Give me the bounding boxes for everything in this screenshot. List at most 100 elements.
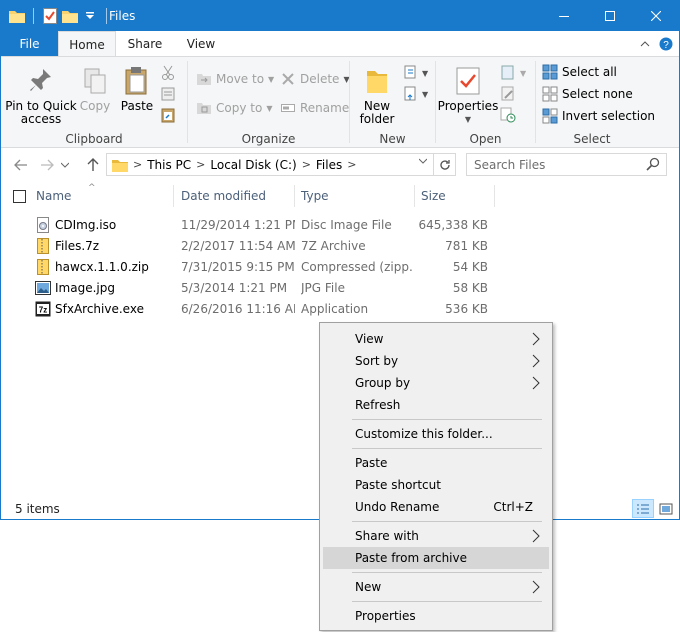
easy-access-icon — [402, 86, 418, 102]
paste-shortcut-icon[interactable] — [161, 105, 175, 125]
submenu-arrow-icon — [532, 354, 540, 368]
column-type[interactable]: Type — [295, 185, 415, 207]
menu-item-paste-shortcut[interactable]: Paste shortcut — [323, 474, 549, 496]
menu-item-new[interactable]: New — [323, 576, 549, 598]
menu-item-customize-folder[interactable]: Customize this folder... — [323, 423, 549, 445]
qat-dropdown-icon[interactable] — [80, 6, 100, 26]
column-size[interactable]: Size — [415, 185, 495, 207]
menu-item-label: View — [355, 332, 384, 346]
file-name: hawcx.1.1.0.zip — [55, 259, 149, 274]
move-to-button[interactable]: Move to ▼ — [196, 69, 274, 89]
file-size: 58 KB — [452, 280, 488, 295]
history-icon — [500, 107, 516, 123]
copy-button[interactable]: Copy — [77, 65, 113, 113]
open-item-button[interactable]: ▼ — [500, 63, 526, 83]
paste-label: Paste — [120, 99, 154, 113]
column-name[interactable]: Name — [30, 185, 174, 207]
file-row[interactable]: CDImg.iso 11/29/2014 1:21 PM Disc Image … — [1, 214, 679, 235]
new-folder-icon[interactable] — [60, 6, 80, 26]
archive-icon — [35, 237, 51, 254]
search-placeholder: Search Files — [474, 157, 546, 172]
properties-button[interactable]: Properties ▼ — [438, 65, 498, 126]
delete-button[interactable]: Delete ▼ — [280, 69, 350, 89]
open-dropdown-icon: ▼ — [520, 68, 527, 78]
pin-label: Pin to Quick access — [5, 99, 77, 126]
menu-item-view[interactable]: View — [323, 328, 549, 350]
tab-share[interactable]: Share — [119, 31, 171, 56]
edit-button[interactable] — [500, 84, 520, 104]
move-to-icon — [196, 71, 212, 87]
menu-item-paste-from-archive[interactable]: Paste from archive — [323, 547, 549, 569]
file-row[interactable]: 7z SfxArchive.exe 6/26/2016 11:16 AM App… — [1, 298, 679, 319]
tab-file[interactable]: File — [1, 31, 58, 56]
back-arrow-icon[interactable] — [11, 155, 31, 175]
tab-home[interactable]: Home — [58, 31, 116, 57]
easy-access-dropdown-icon: ▼ — [422, 89, 429, 99]
menu-item-label: Paste from archive — [355, 551, 467, 565]
menu-item-properties[interactable]: Properties — [323, 605, 549, 627]
new-item-button[interactable]: ▼ — [402, 63, 428, 83]
menu-item-share-with[interactable]: Share with — [323, 525, 549, 547]
select-all-icon — [542, 64, 558, 80]
help-icon[interactable]: ? — [657, 35, 675, 53]
up-arrow-icon[interactable] — [83, 155, 103, 175]
menu-item-group-by[interactable]: Group by — [323, 372, 549, 394]
select-none-button[interactable]: Select none — [542, 84, 633, 104]
column-date-modified[interactable]: Date modified — [175, 185, 295, 207]
cut-icon[interactable] — [161, 63, 175, 83]
recent-locations-icon[interactable] — [59, 155, 71, 175]
menu-item-sort-by[interactable]: Sort by — [323, 350, 549, 372]
column-header: ^ Name Date modified Type Size — [1, 183, 679, 207]
maximize-button[interactable] — [587, 1, 633, 31]
pin-to-quick-access-button[interactable]: Pin to Quick access — [5, 65, 77, 126]
pin-icon — [25, 65, 57, 97]
easy-access-button[interactable]: ▼ — [402, 84, 428, 104]
menu-item-label: Sort by — [355, 354, 399, 368]
invert-selection-button[interactable]: Invert selection — [542, 106, 655, 126]
properties-check-icon[interactable] — [40, 6, 60, 26]
breadcrumb-this-pc[interactable]: This PC — [147, 158, 191, 172]
move-to-dropdown-icon: ▼ — [268, 74, 275, 84]
tab-view[interactable]: View — [176, 31, 226, 56]
menu-item-undo-rename[interactable]: Undo Rename Ctrl+Z — [323, 496, 549, 518]
folder-icon[interactable] — [7, 6, 27, 26]
file-size: 536 KB — [445, 301, 488, 316]
new-folder-button[interactable]: New folder — [356, 65, 398, 126]
refresh-button[interactable] — [433, 154, 455, 175]
address-dropdown-icon[interactable] — [419, 158, 427, 164]
history-button[interactable] — [500, 105, 520, 125]
breadcrumb-local-disk[interactable]: Local Disk (C:) — [210, 158, 296, 172]
address-bar[interactable]: > This PC > Local Disk (C:) > Files > — [106, 153, 456, 176]
details-view-button[interactable] — [632, 499, 654, 518]
select-all-button[interactable]: Select all — [542, 62, 617, 82]
expand-ribbon-icon[interactable] — [636, 35, 654, 53]
file-type: Application — [301, 301, 369, 316]
file-name: Files.7z — [55, 238, 100, 253]
file-row[interactable]: Files.7z 2/2/2017 11:54 AM 7Z Archive 78… — [1, 235, 679, 256]
paste-button[interactable]: Paste — [118, 65, 156, 113]
select-group: Select all Select none Invert selection … — [536, 57, 679, 148]
disc-image-icon — [35, 216, 51, 233]
submenu-arrow-icon — [532, 529, 540, 543]
minimize-button[interactable] — [541, 1, 587, 31]
file-name-cell: Image.jpg — [35, 277, 175, 298]
copy-path-icon[interactable] — [161, 84, 175, 104]
select-none-label: Select none — [562, 87, 633, 101]
select-all-checkbox[interactable] — [13, 190, 26, 203]
search-input[interactable]: Search Files — [466, 153, 667, 176]
menu-item-paste[interactable]: Paste — [323, 452, 549, 474]
forward-arrow-icon[interactable] — [37, 155, 57, 175]
menu-item-refresh[interactable]: Refresh — [323, 394, 549, 416]
menu-separator — [352, 419, 542, 420]
file-row[interactable]: hawcx.1.1.0.zip 7/31/2015 9:15 PM Compre… — [1, 256, 679, 277]
breadcrumb-files[interactable]: Files — [316, 158, 342, 172]
item-count: 5 items — [15, 502, 60, 516]
menu-separator — [352, 601, 542, 602]
file-row[interactable]: Image.jpg 5/3/2014 1:21 PM JPG File 58 K… — [1, 277, 679, 298]
large-icons-view-button[interactable] — [655, 499, 677, 518]
rename-button[interactable]: Rename — [280, 98, 349, 118]
close-button[interactable] — [633, 1, 679, 31]
file-name-cell: Files.7z — [35, 235, 175, 256]
properties-icon — [452, 65, 484, 97]
copy-to-button[interactable]: Copy to ▼ — [196, 98, 272, 118]
